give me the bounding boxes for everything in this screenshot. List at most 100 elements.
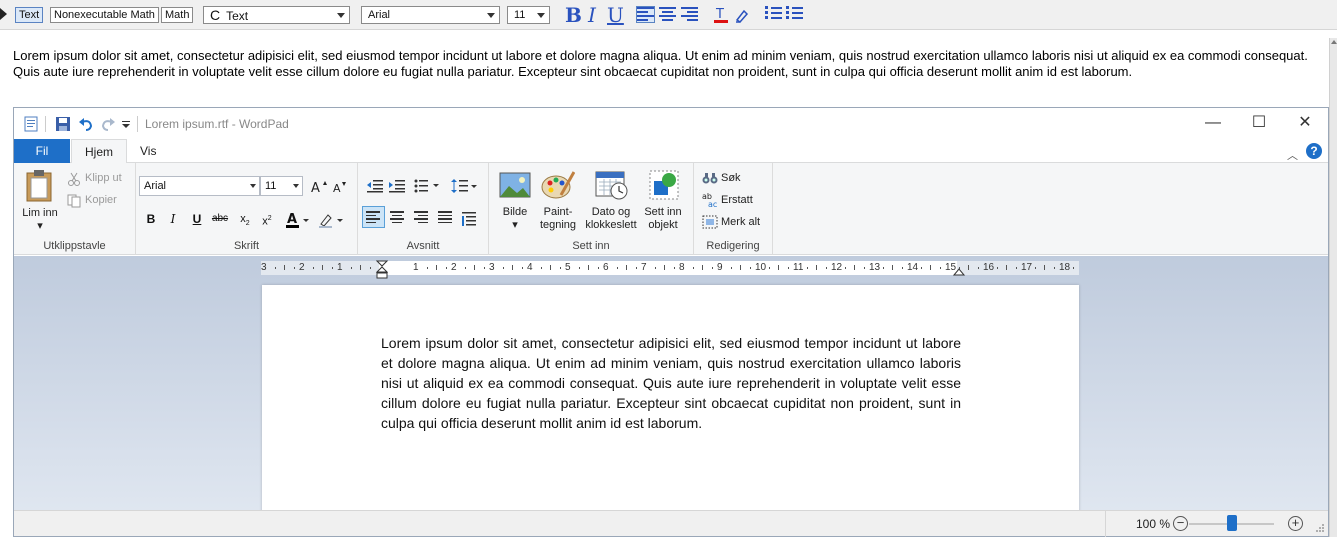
align-right-icon[interactable]: [681, 7, 698, 22]
size-select-value: 11: [514, 9, 526, 21]
increase-indent-icon[interactable]: [389, 179, 405, 193]
align-right-button[interactable]: [411, 207, 432, 227]
ruler-tick: [930, 265, 931, 270]
zoom-slider-thumb[interactable]: [1226, 515, 1237, 531]
close-button[interactable]: ✕: [1282, 112, 1328, 136]
tab-home[interactable]: Hjem: [71, 139, 128, 164]
group-label-clipboard: Utklippstavle: [43, 240, 106, 252]
italic-button[interactable]: I: [588, 4, 596, 26]
minimize-button[interactable]: —: [1190, 112, 1236, 136]
date-time-button[interactable]: Dato og klokkeslett: [582, 206, 640, 232]
zoom-out-icon[interactable]: −: [1173, 516, 1188, 531]
strikethrough-icon[interactable]: abc: [210, 209, 230, 229]
date-time-icon[interactable]: [595, 169, 629, 201]
ruler-number: 14: [907, 262, 919, 273]
highlight-color-icon[interactable]: [318, 212, 344, 228]
maximize-button[interactable]: ☐: [1236, 112, 1282, 136]
editor-text-region[interactable]: Lorem ipsum dolor sit amet, consectetur …: [13, 48, 1313, 80]
insert-object-button[interactable]: Sett inn objekt: [640, 206, 686, 232]
copy-icon[interactable]: [67, 194, 81, 208]
replace-button[interactable]: Erstatt: [721, 194, 753, 206]
font-color-icon[interactable]: A: [284, 212, 310, 228]
help-icon[interactable]: ?: [1306, 143, 1322, 159]
tab-view[interactable]: Vis: [127, 139, 169, 164]
cut-button[interactable]: Klipp ut: [85, 172, 122, 184]
find-icon[interactable]: [702, 171, 718, 185]
document-text[interactable]: Lorem ipsum dolor sit amet, consectetur …: [381, 333, 961, 433]
redo-icon[interactable]: [100, 116, 116, 132]
ruler-tick: [550, 265, 551, 270]
ruler-tick: [730, 267, 732, 269]
tab-file[interactable]: Fil: [14, 139, 70, 163]
document-page[interactable]: Lorem ipsum dolor sit amet, consectetur …: [262, 285, 1079, 510]
font-select[interactable]: Arial: [361, 6, 500, 24]
bold-button[interactable]: B: [565, 4, 582, 26]
svg-text:A: A: [287, 212, 297, 227]
superscript-icon[interactable]: x2: [257, 209, 277, 229]
underline-button[interactable]: U: [607, 4, 624, 26]
style-select-value: Text: [226, 9, 249, 23]
align-left-icon[interactable]: [636, 6, 655, 23]
right-indent-marker-icon[interactable]: [953, 268, 965, 276]
paint-drawing-button[interactable]: Paint-tegning: [537, 206, 579, 232]
font-size-select[interactable]: 11: [260, 176, 303, 196]
underline-icon[interactable]: U: [187, 209, 207, 229]
ruler-number: 3: [261, 262, 267, 273]
select-all-button[interactable]: Merk alt: [721, 216, 760, 228]
ruler-tick: [426, 267, 428, 269]
ruler-number: 5: [565, 262, 571, 273]
paragraph-settings-icon[interactable]: [462, 211, 478, 227]
line-spacing-icon[interactable]: [451, 178, 477, 194]
font-family-select[interactable]: Arial: [139, 176, 260, 196]
align-left-button[interactable]: [362, 206, 385, 228]
insert-picture-button[interactable]: Bilde ▾: [492, 206, 538, 232]
shrink-font-icon[interactable]: A: [332, 180, 348, 194]
paint-drawing-icon[interactable]: [541, 169, 575, 201]
copy-button[interactable]: Kopier: [85, 194, 117, 206]
ruler-tick: [274, 267, 276, 269]
align-center-button[interactable]: [387, 207, 408, 227]
size-select[interactable]: 11: [507, 6, 550, 24]
indent-marker-icon[interactable]: [376, 260, 388, 282]
select-all-icon[interactable]: [702, 215, 718, 229]
picture-icon[interactable]: [499, 171, 531, 201]
cut-icon[interactable]: [67, 172, 81, 186]
bold-icon[interactable]: B: [141, 209, 161, 229]
bullet-list-icon[interactable]: [414, 179, 440, 193]
subscript-icon[interactable]: x2: [235, 209, 255, 229]
editor-scrollbar[interactable]: [1329, 38, 1337, 537]
ruler-tick: [540, 267, 542, 269]
ruler-tick: [1015, 267, 1017, 269]
customize-toolbar-icon[interactable]: [121, 120, 137, 136]
svg-text:A: A: [333, 182, 341, 194]
minimize-ribbon-icon[interactable]: ︿: [1287, 147, 1298, 163]
numbered-list-icon[interactable]: [786, 6, 803, 22]
mode-math-button[interactable]: Math: [161, 7, 194, 23]
group-font: Arial 11 A A B I U abc x2 x2 A Skrift: [136, 163, 358, 255]
italic-icon[interactable]: I: [163, 209, 183, 229]
text-color-icon[interactable]: T: [713, 6, 729, 24]
ruler-number: 18: [1059, 262, 1071, 273]
insert-object-icon[interactable]: [648, 169, 680, 201]
bulleted-list-icon[interactable]: [765, 6, 782, 22]
paste-icon[interactable]: [25, 169, 55, 203]
save-icon[interactable]: [55, 116, 71, 132]
decrease-indent-icon[interactable]: [367, 179, 383, 193]
ruler-tick: [464, 267, 466, 269]
grow-font-icon[interactable]: A: [310, 179, 328, 195]
zoom-in-icon[interactable]: +: [1288, 516, 1303, 531]
align-center-icon[interactable]: [659, 7, 676, 22]
justify-button[interactable]: [435, 207, 456, 227]
zoom-level: 100 %: [1135, 517, 1170, 531]
ruler-tick: [901, 267, 903, 269]
wordpad-app-icon[interactable]: [23, 116, 39, 132]
resize-grip-icon[interactable]: [1315, 523, 1325, 533]
highlight-icon[interactable]: [734, 7, 750, 23]
find-button[interactable]: Søk: [721, 172, 741, 184]
replace-icon[interactable]: abac: [702, 192, 718, 208]
paste-button[interactable]: Lim inn ▾: [18, 207, 62, 233]
style-select[interactable]: C Text: [203, 6, 350, 24]
mode-text-button[interactable]: Text: [15, 7, 44, 23]
mode-nonexecutable-math-button[interactable]: Nonexecutable Math: [50, 7, 159, 23]
undo-icon[interactable]: [78, 116, 94, 132]
